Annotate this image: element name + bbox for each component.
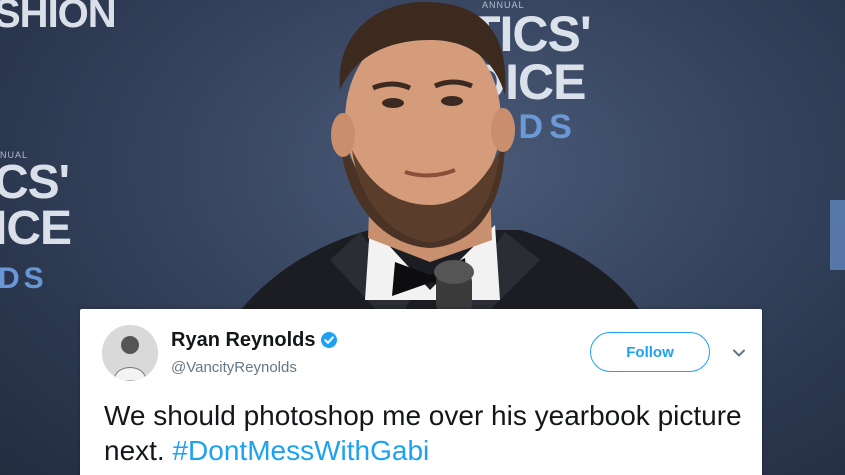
ear-right — [491, 108, 515, 152]
avatar[interactable] — [102, 325, 158, 381]
ear-left — [331, 113, 355, 157]
display-name-text: Ryan Reynolds — [171, 329, 316, 351]
tweet-card: Ryan Reynolds @VancityReynolds Follow We… — [80, 309, 762, 475]
hashtag-link[interactable]: #DontMessWithGabi — [172, 435, 429, 466]
photo-scene: ANNUAL SHION TICS' DICE RDS NUAL CS' ICE… — [0, 0, 845, 475]
follow-button[interactable]: Follow — [590, 332, 710, 372]
verified-badge-icon — [321, 332, 338, 348]
user-handle[interactable]: @VancityReynolds — [171, 359, 297, 376]
microphone-head — [434, 260, 474, 284]
eye-left — [382, 98, 404, 108]
eye-right — [441, 96, 463, 106]
chevron-down-icon[interactable] — [731, 345, 747, 361]
display-name[interactable]: Ryan Reynolds — [171, 329, 338, 352]
avatar-photo — [102, 325, 158, 381]
tweet-text: We should photoshop me over his yearbook… — [104, 398, 744, 468]
